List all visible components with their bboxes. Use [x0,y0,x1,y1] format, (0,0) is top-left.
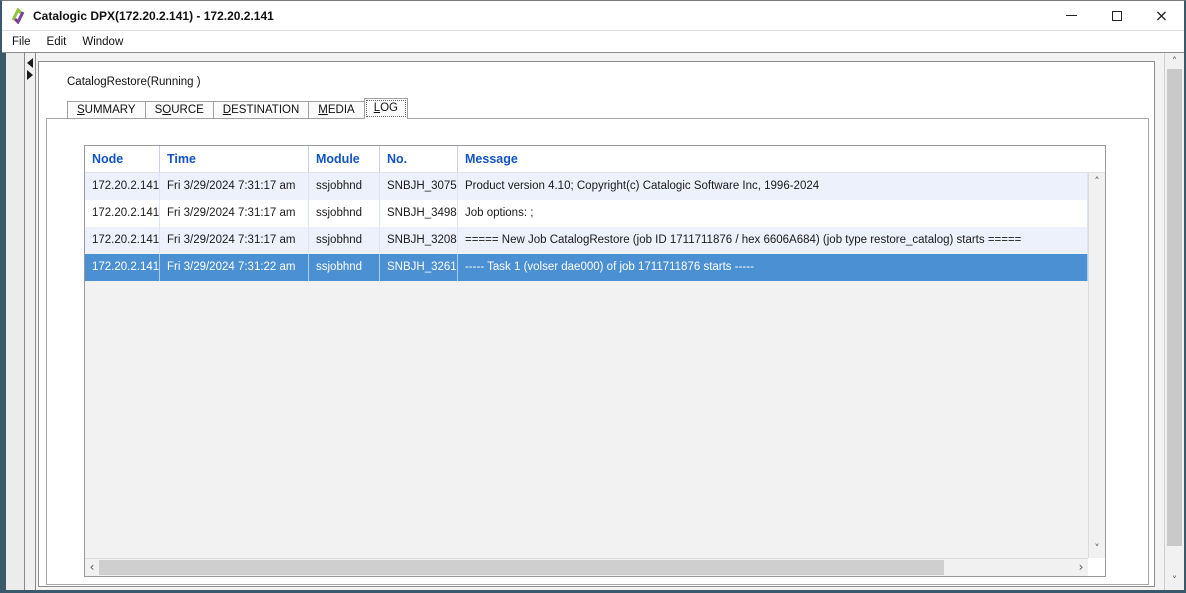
column-header-message[interactable]: Message [458,146,1105,172]
table-cell: 172.20.2.141 [85,227,160,254]
maximize-button[interactable] [1094,1,1139,30]
table-header-row: NodeTimeModuleNo.Message [85,146,1105,173]
table-cell: ssjobhnd [309,200,380,227]
horizontal-scroll-thumb[interactable] [99,560,944,575]
column-header-no[interactable]: No. [380,146,458,172]
tab-destination[interactable]: DESTINATION [213,101,309,119]
menu-item-window[interactable]: Window [74,34,131,50]
splitter-handle[interactable] [25,53,36,590]
menu-item-edit[interactable]: Edit [39,34,75,50]
maximize-icon [1112,11,1122,21]
table-cell: 172.20.2.141 [85,200,160,227]
scroll-left-icon[interactable]: ‹ [85,559,99,576]
window-title: Catalogic DPX(172.20.2.141) - 172.20.2.1… [33,9,274,23]
menu-item-file[interactable]: File [4,34,39,50]
table-cell: SNBJH_3498J [380,200,458,227]
table-row[interactable]: 172.20.2.141Fri 3/29/2024 7:31:17 amssjo… [85,200,1088,227]
tab-label-key: M [318,104,328,116]
tab-label-key: S [77,104,85,116]
tab-label-post: UMMARY [85,104,136,116]
column-header-node[interactable]: Node [85,146,160,172]
title-bar: Catalogic DPX(172.20.2.141) - 172.20.2.1… [2,1,1184,31]
tab-label-post: URCE [171,104,204,116]
tab-label-key: O [162,104,171,116]
scroll-right-icon[interactable]: › [1074,559,1088,576]
tab-label-post: OG [380,102,398,114]
tab-label-post: EDIA [328,104,355,116]
close-icon: × [1155,8,1168,24]
table-cell: Fri 3/29/2024 7:31:17 am [160,227,309,254]
table-row[interactable]: 172.20.2.141Fri 3/29/2024 7:31:17 amssjo… [85,227,1088,254]
table-cell: Fri 3/29/2024 7:31:17 am [160,173,309,200]
table-cell: 172.20.2.141 [85,254,160,281]
table-row[interactable]: 172.20.2.141Fri 3/29/2024 7:31:17 amssjo… [85,173,1088,200]
window-controls: × [1049,1,1184,30]
log-table: NodeTimeModuleNo.Message 172.20.2.141Fri… [84,145,1106,577]
tab-label-key: D [223,104,231,116]
job-title: CatalogRestore(Running ) [67,76,201,88]
table-cell: Product version 4.10; Copyright(c) Catal… [458,173,1088,200]
table-cell: ----- Task 1 (volser dae000) of job 1711… [458,254,1088,281]
app-window: Catalogic DPX(172.20.2.141) - 172.20.2.1… [0,0,1186,593]
table-cell: ssjobhnd [309,227,380,254]
scrollbar-corner [1088,558,1105,576]
table-cell: Fri 3/29/2024 7:31:22 am [160,254,309,281]
table-cell: SNBJH_3261J [380,254,458,281]
main-area: CatalogRestore(Running ) SUMMARYSOURCEDE… [36,53,1164,590]
table-body: 172.20.2.141Fri 3/29/2024 7:31:17 amssjo… [85,173,1088,558]
collapse-right-icon[interactable] [27,70,33,80]
scroll-up-icon[interactable]: ˄ [1089,174,1105,190]
table-vertical-scrollbar[interactable]: ˄ ˅ [1088,173,1105,558]
close-button[interactable]: × [1139,1,1184,30]
menu-bar: FileEditWindow [2,32,1184,53]
table-cell: ===== New Job CatalogRestore (job ID 171… [458,227,1088,254]
table-cell: Fri 3/29/2024 7:31:17 am [160,200,309,227]
table-cell: ssjobhnd [309,173,380,200]
workspace: CatalogRestore(Running ) SUMMARYSOURCEDE… [2,53,1184,593]
collapse-left-icon[interactable] [27,58,33,68]
tab-log[interactable]: LOG [364,98,408,119]
minimize-icon [1066,15,1077,16]
tab-strip: SUMMARYSOURCEDESTINATIONMEDIALOG [67,98,407,119]
left-rail [6,53,25,590]
table-row[interactable]: 172.20.2.141Fri 3/29/2024 7:31:22 amssjo… [85,254,1088,281]
vertical-scroll-thumb[interactable] [1167,69,1182,546]
tab-label-post: ESTINATION [231,104,299,116]
table-cell: SNBJH_3208J [380,227,458,254]
scroll-down-icon[interactable]: ˅ [1165,573,1184,589]
table-cell: 172.20.2.141 [85,173,160,200]
table-cell: ssjobhnd [309,254,380,281]
column-header-module[interactable]: Module [309,146,380,172]
tab-media[interactable]: MEDIA [308,101,364,119]
table-cell: Job options: ; [458,200,1088,227]
tab-source[interactable]: SOURCE [145,101,214,119]
table-horizontal-scrollbar[interactable]: ‹ › [85,558,1088,576]
tab-summary[interactable]: SUMMARY [67,101,146,119]
scroll-down-icon[interactable]: ˅ [1089,541,1105,557]
job-panel: CatalogRestore(Running ) SUMMARYSOURCEDE… [38,61,1155,587]
minimize-button[interactable] [1049,1,1094,30]
catalogic-logo-icon [10,8,26,24]
window-vertical-scrollbar[interactable]: ˄ ˅ [1164,53,1184,590]
table-cell: SNBJH_3075J [380,173,458,200]
column-header-time[interactable]: Time [160,146,309,172]
scroll-up-icon[interactable]: ˄ [1165,54,1184,70]
